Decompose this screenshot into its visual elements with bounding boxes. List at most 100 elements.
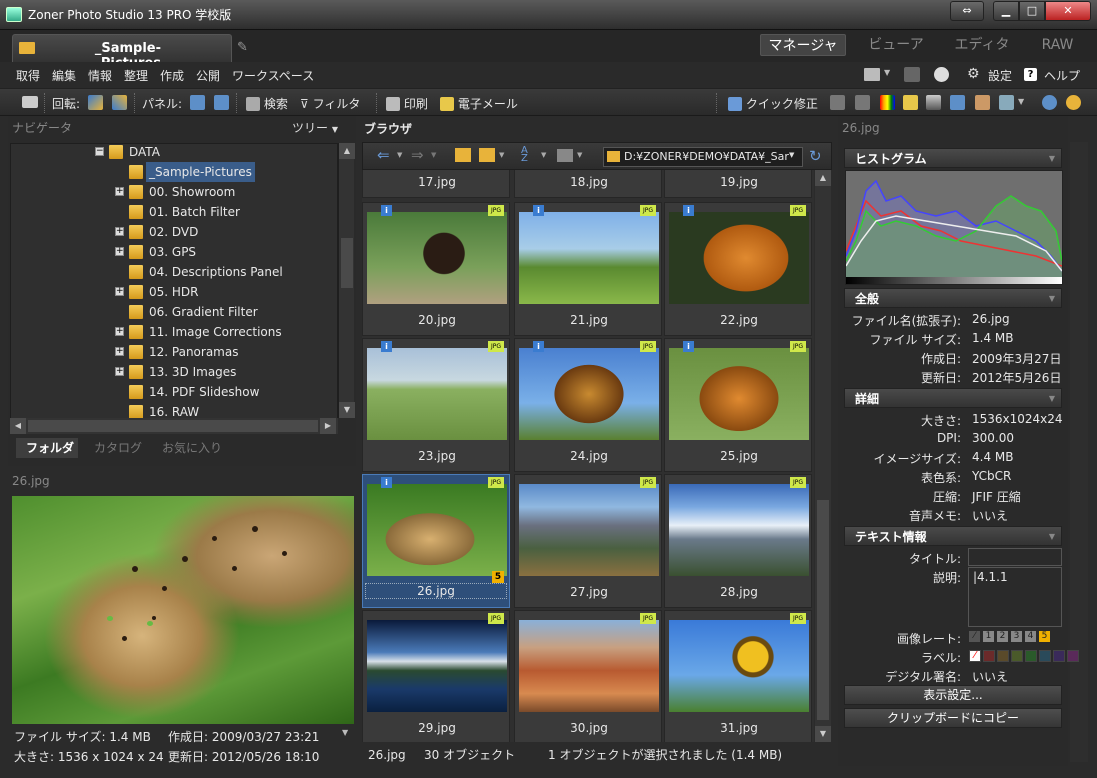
- refresh-icon[interactable]: ↻: [809, 147, 822, 165]
- text-info-section-header[interactable]: テキスト情報 ▼: [844, 526, 1062, 546]
- tree-item[interactable]: +12. Panoramas: [11, 342, 337, 362]
- histogram-section-header[interactable]: ヒストグラム ▼: [844, 148, 1062, 168]
- camera-icon[interactable]: [22, 96, 38, 108]
- close-button[interactable]: ✕: [1045, 1, 1091, 21]
- tree-view-dropdown[interactable]: ツリー ▼: [292, 116, 338, 142]
- tab-editor[interactable]: エディタ: [946, 34, 1018, 56]
- thumbnail-cell[interactable]: i JPG 25.jpg: [664, 338, 812, 472]
- settings-link[interactable]: 設定: [988, 67, 1012, 84]
- filter-button[interactable]: ⊽ フィルタ: [300, 95, 360, 112]
- sort-icon[interactable]: AZ: [521, 146, 535, 164]
- favorite-folder-icon[interactable]: [479, 148, 495, 162]
- path-field[interactable]: D:¥ZONER¥DEMO¥DATA¥_Sar: [603, 147, 803, 167]
- adjust-icon[interactable]: [950, 95, 965, 110]
- thumbnail-image[interactable]: [669, 348, 809, 440]
- thumbnail-cell[interactable]: i JPG 21.jpg: [514, 202, 662, 336]
- tab-raw[interactable]: RAW: [1030, 34, 1085, 56]
- tree-item[interactable]: +05. HDR: [11, 282, 337, 302]
- thumbnail-image[interactable]: [669, 484, 809, 576]
- gear-icon[interactable]: ⚙: [967, 66, 980, 82]
- tree-item[interactable]: +11. Image Corrections: [11, 322, 337, 342]
- thumbnail-image[interactable]: [367, 620, 507, 712]
- menu-info[interactable]: 情報: [88, 67, 112, 84]
- scroll-thumb[interactable]: [817, 500, 829, 720]
- color-label-swatch[interactable]: [1067, 650, 1079, 662]
- thumbnail-cell[interactable]: i JPG 24.jpg: [514, 338, 662, 472]
- rating-1-button[interactable]: 1: [983, 631, 994, 642]
- tree-horizontal-scrollbar[interactable]: ◀ ▶: [10, 418, 338, 434]
- edit-pen-icon[interactable]: ✎: [237, 40, 253, 55]
- quick-fix-button[interactable]: クイック修正: [728, 95, 818, 112]
- thumbnail-image[interactable]: [519, 484, 659, 576]
- tree-item[interactable]: +02. DVD: [11, 222, 337, 242]
- search-button[interactable]: 検索: [246, 95, 288, 112]
- color-label-swatch[interactable]: [997, 650, 1009, 662]
- scroll-thumb[interactable]: [28, 420, 318, 432]
- expand-icon[interactable]: +: [115, 287, 124, 296]
- thumbnail-cell[interactable]: 19.jpg: [664, 170, 812, 198]
- tree-vertical-scrollbar[interactable]: ▲ ▼: [338, 143, 355, 418]
- account-icon[interactable]: [934, 67, 949, 82]
- thumbnail-cell[interactable]: i JPG 23.jpg: [362, 338, 510, 472]
- dropdown-arrow-icon[interactable]: ▼: [397, 151, 402, 159]
- title-input[interactable]: [968, 548, 1062, 566]
- tree-item[interactable]: − DATA: [11, 144, 337, 162]
- rating-3-button[interactable]: 3: [1011, 631, 1022, 642]
- notification-icon[interactable]: [904, 67, 920, 82]
- dropdown-arrow-icon[interactable]: ▼: [577, 151, 582, 159]
- browser-vertical-scrollbar[interactable]: ▲ ▼: [815, 170, 831, 742]
- email-button[interactable]: 電子メール: [440, 95, 518, 112]
- thumbnail-cell[interactable]: i JPG 22.jpg: [664, 202, 812, 336]
- back-arrow-icon[interactable]: ⇐: [377, 146, 390, 164]
- color-rainbow-icon[interactable]: [880, 95, 895, 110]
- thumbnail-image[interactable]: [367, 484, 507, 576]
- thumbnail-image[interactable]: [519, 348, 659, 440]
- sharpen-icon[interactable]: [926, 95, 941, 110]
- thumbnail-image[interactable]: [519, 212, 659, 304]
- curves-icon[interactable]: [855, 95, 870, 110]
- menu-publish[interactable]: 公開: [196, 67, 220, 84]
- expand-icon[interactable]: +: [115, 187, 124, 196]
- dropdown-arrow-icon[interactable]: ▼: [541, 151, 546, 159]
- color-label-swatch[interactable]: [983, 650, 995, 662]
- tab-folders[interactable]: フォルダ: [16, 438, 78, 458]
- help-icon[interactable]: ?: [1024, 68, 1037, 81]
- info-panel-scrollbar[interactable]: [1070, 142, 1088, 762]
- thumbnail-cell[interactable]: i JPG 20.jpg: [362, 202, 510, 336]
- help-link[interactable]: ヘルプ: [1044, 67, 1080, 84]
- thumbnail-cell[interactable]: JPG 27.jpg: [514, 474, 662, 608]
- expand-icon[interactable]: +: [115, 367, 124, 376]
- thumbnail-cell[interactable]: 17.jpg: [362, 170, 510, 198]
- label-none-icon[interactable]: ⁄: [969, 650, 981, 662]
- scroll-up-icon[interactable]: ▲: [339, 143, 355, 159]
- zoom-in-icon[interactable]: [1042, 95, 1057, 110]
- color-label-swatch[interactable]: [1053, 650, 1065, 662]
- menu-edit[interactable]: 編集: [52, 67, 76, 84]
- dropdown-arrow-icon[interactable]: ▼: [499, 151, 504, 159]
- preview-image[interactable]: [12, 496, 354, 724]
- thumbnail-cell[interactable]: 18.jpg: [514, 170, 662, 198]
- maximize-button[interactable]: □: [1019, 1, 1045, 21]
- scroll-right-icon[interactable]: ▶: [320, 418, 336, 434]
- thumbnail-cell[interactable]: JPG 30.jpg: [514, 610, 662, 742]
- thumbnail-cell[interactable]: JPG 31.jpg: [664, 610, 812, 742]
- chevron-down-icon[interactable]: ▼: [342, 728, 348, 737]
- menu-create[interactable]: 作成: [160, 67, 184, 84]
- thumbnail-image[interactable]: [519, 620, 659, 712]
- view-grid-icon[interactable]: [557, 149, 573, 162]
- expand-icon[interactable]: +: [115, 347, 124, 356]
- resize-icon[interactable]: [999, 95, 1014, 110]
- dropdown-arrow-icon[interactable]: ▼: [431, 151, 436, 159]
- zoom-out-icon[interactable]: [1066, 95, 1081, 110]
- crop-icon[interactable]: [975, 95, 990, 110]
- tab-manager[interactable]: マネージャ: [760, 34, 846, 56]
- general-section-header[interactable]: 全般 ▼: [844, 288, 1062, 308]
- panel-left-icon[interactable]: [190, 95, 205, 110]
- scroll-thumb[interactable]: [341, 238, 353, 288]
- levels-icon[interactable]: [830, 95, 845, 110]
- thumbnail-image[interactable]: [367, 348, 507, 440]
- rotate-right-icon[interactable]: [112, 95, 127, 110]
- description-textarea[interactable]: |4.1.1: [968, 567, 1062, 627]
- path-dropdown-icon[interactable]: ▼: [789, 151, 794, 159]
- rating-5-button[interactable]: 5: [1039, 631, 1050, 642]
